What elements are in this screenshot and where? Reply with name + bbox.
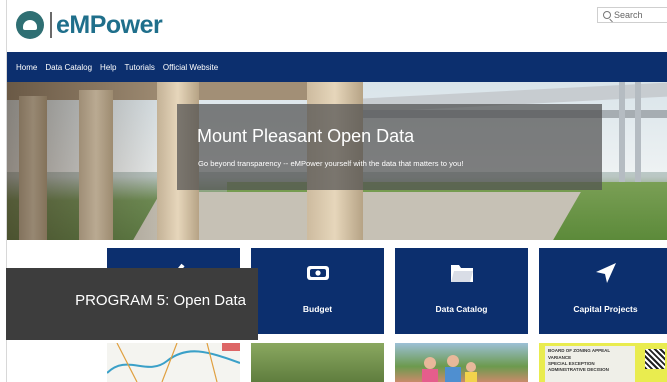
hero-bridge-tower — [619, 82, 625, 192]
thumbnail-row: BOARD OF ZONING APPEAL VARIANCE SPECIAL … — [7, 340, 667, 382]
main-nav: Home Data Catalog Help Tutorials Officia… — [7, 52, 667, 82]
tile-data-catalog[interactable]: Data Catalog — [395, 248, 528, 334]
thumbnail-grass[interactable] — [251, 343, 384, 382]
logo-divider — [50, 12, 52, 38]
map-thumbnail-image — [107, 343, 240, 382]
hero-banner: Mount Pleasant Open Data Go beyond trans… — [7, 82, 667, 240]
slide-caption: PROGRAM 5: Open Data — [75, 292, 246, 309]
thumbnail-sign[interactable]: BOARD OF ZONING APPEAL VARIANCE SPECIAL … — [539, 343, 667, 382]
tile-capital-projects[interactable]: Capital Projects — [539, 248, 667, 334]
qr-code-icon — [645, 349, 665, 369]
search-icon — [603, 11, 611, 19]
search-input[interactable]: Search — [597, 7, 667, 23]
thumbnail-people[interactable] — [395, 343, 528, 382]
tile-label: Data Catalog — [435, 304, 488, 314]
folder-icon — [450, 265, 473, 282]
logo-mark-icon — [16, 11, 44, 39]
tile-label: Capital Projects — [573, 304, 638, 314]
hero-text-panel: Mount Pleasant Open Data Go beyond trans… — [177, 104, 602, 190]
hero-title: Mount Pleasant Open Data — [197, 126, 415, 146]
sign-line: BOARD OF ZONING APPEAL — [548, 348, 611, 353]
budget-icon — [306, 266, 329, 280]
tile-budget[interactable]: Budget — [251, 248, 384, 334]
search-placeholder: Search — [614, 10, 643, 20]
nav-item-help[interactable]: Help — [100, 63, 116, 72]
sign-board: BOARD OF ZONING APPEAL VARIANCE SPECIAL … — [545, 346, 635, 382]
hero-bridge-tower — [635, 82, 641, 192]
sign-line: ADMINISTRATIVE DECISION — [548, 367, 609, 372]
nav-item-data-catalog[interactable]: Data Catalog — [45, 63, 92, 72]
hero-subtitle: Go beyond transparency -- eMPower yourse… — [198, 159, 464, 168]
site-header: eMPower Search — [7, 0, 667, 52]
tile-label: Budget — [302, 304, 333, 314]
slide-caption-box: PROGRAM 5: Open Data — [6, 268, 258, 340]
navigation-arrow-icon — [595, 263, 616, 283]
empower-logo[interactable]: eMPower — [16, 8, 163, 42]
hero-shadow — [7, 82, 177, 240]
nav-item-official-website[interactable]: Official Website — [163, 63, 218, 72]
thumbnail-map[interactable] — [107, 343, 240, 382]
logo-text: eMPower — [56, 10, 163, 39]
nav-item-tutorials[interactable]: Tutorials — [125, 63, 155, 72]
people-thumbnail-image — [422, 355, 477, 382]
nav-item-home[interactable]: Home — [16, 63, 37, 72]
